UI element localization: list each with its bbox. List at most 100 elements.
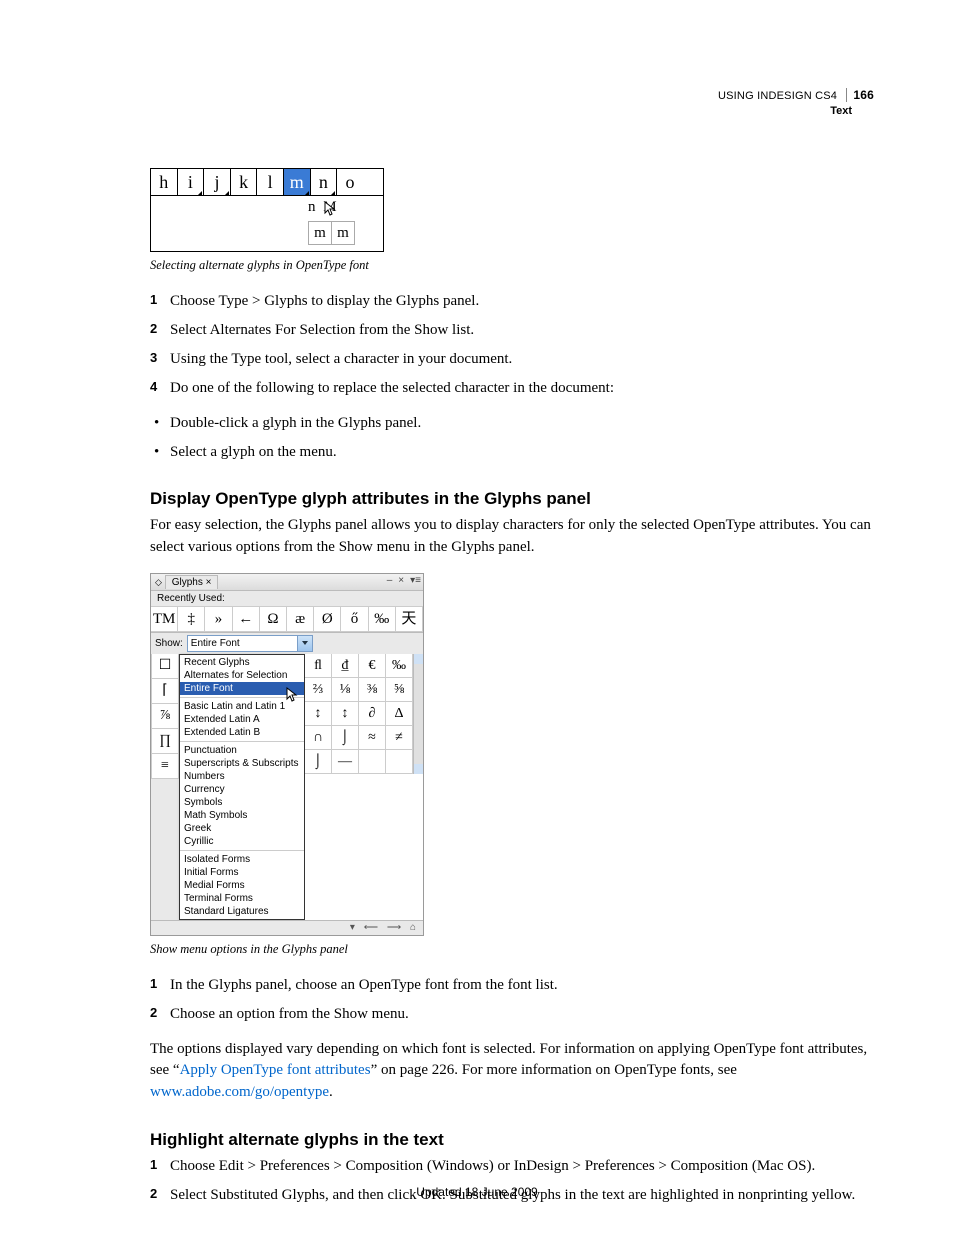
recent-glyph-cell[interactable]: æ (287, 607, 314, 632)
dropdown-item[interactable]: Isolated Forms (180, 853, 304, 866)
glyph-cell[interactable]: ⅝ (386, 678, 413, 702)
glyph-alternate-cell[interactable]: m (309, 222, 332, 244)
show-dropdown[interactable]: Entire Font (187, 635, 313, 652)
glyph-cell[interactable]: j (204, 169, 231, 195)
glyph-cell[interactable]: ☐ (151, 654, 179, 679)
glyph-cell[interactable]: i (178, 169, 205, 195)
recent-glyph-cell[interactable]: ← (233, 607, 260, 632)
glyph-cell[interactable]: ⌈ (151, 679, 179, 704)
glyph-cell[interactable]: h (151, 169, 178, 195)
close-icon[interactable]: × (398, 575, 404, 586)
glyph-cell[interactable]: ⅜ (359, 678, 386, 702)
step-item: 2Select Alternates For Selection from th… (150, 320, 874, 341)
dropdown-item[interactable]: Recent Glyphs (180, 656, 304, 669)
panel-tab-glyphs[interactable]: Glyphs × (165, 575, 219, 589)
step-item: 1Choose Type > Glyphs to display the Gly… (150, 291, 874, 312)
intro-paragraph: For easy selection, the Glyphs panel all… (150, 515, 874, 559)
cursor-icon (286, 687, 298, 703)
glyph-cell[interactable]: — (332, 750, 359, 774)
show-label: Show: (155, 638, 183, 649)
step-item: 1Choose Edit > Preferences > Composition… (150, 1156, 874, 1177)
heading-display-opentype: Display OpenType glyph attributes in the… (150, 489, 874, 509)
recent-glyph-cell[interactable]: TM (151, 607, 178, 632)
menu-icon[interactable]: ▾≡ (410, 575, 421, 586)
page-number: 166 (846, 88, 874, 102)
glyph-cell[interactable] (386, 750, 413, 774)
figure-glyphs-panel: ◇ Glyphs × – × ▾≡ Recently Used: TM‡»←Ωæ… (150, 573, 424, 936)
page-footer: Updated 18 June 2009 (0, 1185, 954, 1199)
chevron-down-icon[interactable] (297, 636, 312, 651)
glyph-cell[interactable]: ≈ (359, 726, 386, 750)
glyph-cell[interactable]: ↕ (305, 702, 332, 726)
glyph-cell[interactable]: ∩ (305, 726, 332, 750)
glyph-cell[interactable]: ≡ (151, 754, 179, 779)
glyph-cell[interactable]: l (257, 169, 284, 195)
dropdown-item[interactable]: Math Symbols (180, 809, 304, 822)
scrollbar[interactable] (413, 654, 423, 774)
glyph-alternate-cell[interactable]: m (332, 222, 354, 244)
dropdown-item[interactable]: Cyrillic (180, 835, 304, 848)
figure1-caption: Selecting alternate glyphs in OpenType f… (150, 258, 874, 273)
glyph-cell[interactable]: ﬂ (305, 654, 332, 678)
glyph-cell[interactable]: ₫ (332, 654, 359, 678)
bullet-item: Double-click a glyph in the Glyphs panel… (150, 413, 874, 434)
dropdown-item[interactable]: Alternates for Selection (180, 669, 304, 682)
product-name: USING INDESIGN CS4 (718, 90, 837, 102)
dropdown-item[interactable]: Currency (180, 783, 304, 796)
glyph-cell[interactable] (359, 750, 386, 774)
step-item: 1In the Glyphs panel, choose an OpenType… (150, 975, 874, 996)
recently-used-label: Recently Used: (151, 591, 423, 607)
dropdown-item[interactable]: Extended Latin B (180, 726, 304, 739)
panel-footer-icons[interactable]: ▾ ⟵ ⟶ ⌂ (350, 922, 419, 933)
dropdown-item[interactable]: Terminal Forms (180, 892, 304, 905)
dropdown-item[interactable]: Extended Latin A (180, 713, 304, 726)
glyph-cell[interactable]: ‰ (386, 654, 413, 678)
heading-highlight-alternate: Highlight alternate glyphs in the text (150, 1130, 874, 1150)
glyph-cell[interactable]: ∏ (151, 729, 179, 754)
glyph-cell[interactable]: Δ (386, 702, 413, 726)
dropdown-item[interactable]: Standard Ligatures (180, 905, 304, 918)
glyph-cell[interactable]: ⅛ (332, 678, 359, 702)
dropdown-item[interactable]: Medial Forms (180, 879, 304, 892)
steps-list-2: 1In the Glyphs panel, choose an OpenType… (150, 975, 874, 1025)
link-apply-opentype[interactable]: Apply OpenType font attributes (180, 1062, 371, 1078)
recent-glyph-cell[interactable]: » (205, 607, 232, 632)
dropdown-item[interactable]: Initial Forms (180, 866, 304, 879)
recent-glyph-cell[interactable]: ‡ (178, 607, 205, 632)
glyph-cell[interactable]: ⅞ (151, 704, 179, 729)
dropdown-item[interactable]: Punctuation (180, 744, 304, 757)
figure-alternate-glyphs: hijklmno n M mm (150, 168, 384, 252)
section-name: Text (718, 104, 874, 118)
step-item: 3Using the Type tool, select a character… (150, 349, 874, 370)
glyph-cell[interactable]: n (311, 169, 338, 195)
recent-glyph-cell[interactable]: ‰ (369, 607, 396, 632)
bullets-list-1: Double-click a glyph in the Glyphs panel… (150, 413, 874, 463)
glyph-cell[interactable]: ≠ (386, 726, 413, 750)
dropdown-item[interactable]: Numbers (180, 770, 304, 783)
figure2-caption: Show menu options in the Glyphs panel (150, 942, 874, 957)
bullet-item: Select a glyph on the menu. (150, 442, 874, 463)
dropdown-item[interactable]: Superscripts & Subscripts (180, 757, 304, 770)
glyph-cell[interactable]: € (359, 654, 386, 678)
recent-glyph-cell[interactable]: Ω (260, 607, 287, 632)
step-item: 4Do one of the following to replace the … (150, 378, 874, 399)
recent-glyph-cell[interactable]: Ø (314, 607, 341, 632)
glyph-cell[interactable]: o (337, 169, 363, 195)
step-item: 2Choose an option from the Show menu. (150, 1004, 874, 1025)
glyph-cell[interactable]: ⌡ (305, 750, 332, 774)
running-header: USING INDESIGN CS4 166 Text (718, 88, 874, 118)
minimize-icon[interactable]: – (387, 575, 393, 586)
glyph-cell[interactable]: ⌡ (332, 726, 359, 750)
glyph-cell[interactable]: ⅔ (305, 678, 332, 702)
link-adobe-opentype[interactable]: www.adobe.com/go/opentype (150, 1084, 329, 1100)
glyph-cell[interactable]: k (231, 169, 258, 195)
cursor-icon (324, 201, 336, 217)
recent-glyph-cell[interactable]: ő (341, 607, 368, 632)
recent-glyph-cell[interactable]: 天 (396, 607, 423, 632)
dropdown-item[interactable]: Symbols (180, 796, 304, 809)
dropdown-item[interactable]: Greek (180, 822, 304, 835)
glyph-cell[interactable]: ↕ (332, 702, 359, 726)
glyph-cell[interactable]: m (284, 169, 311, 195)
glyph-cell[interactable]: ∂ (359, 702, 386, 726)
options-paragraph: The options displayed vary depending on … (150, 1039, 874, 1104)
